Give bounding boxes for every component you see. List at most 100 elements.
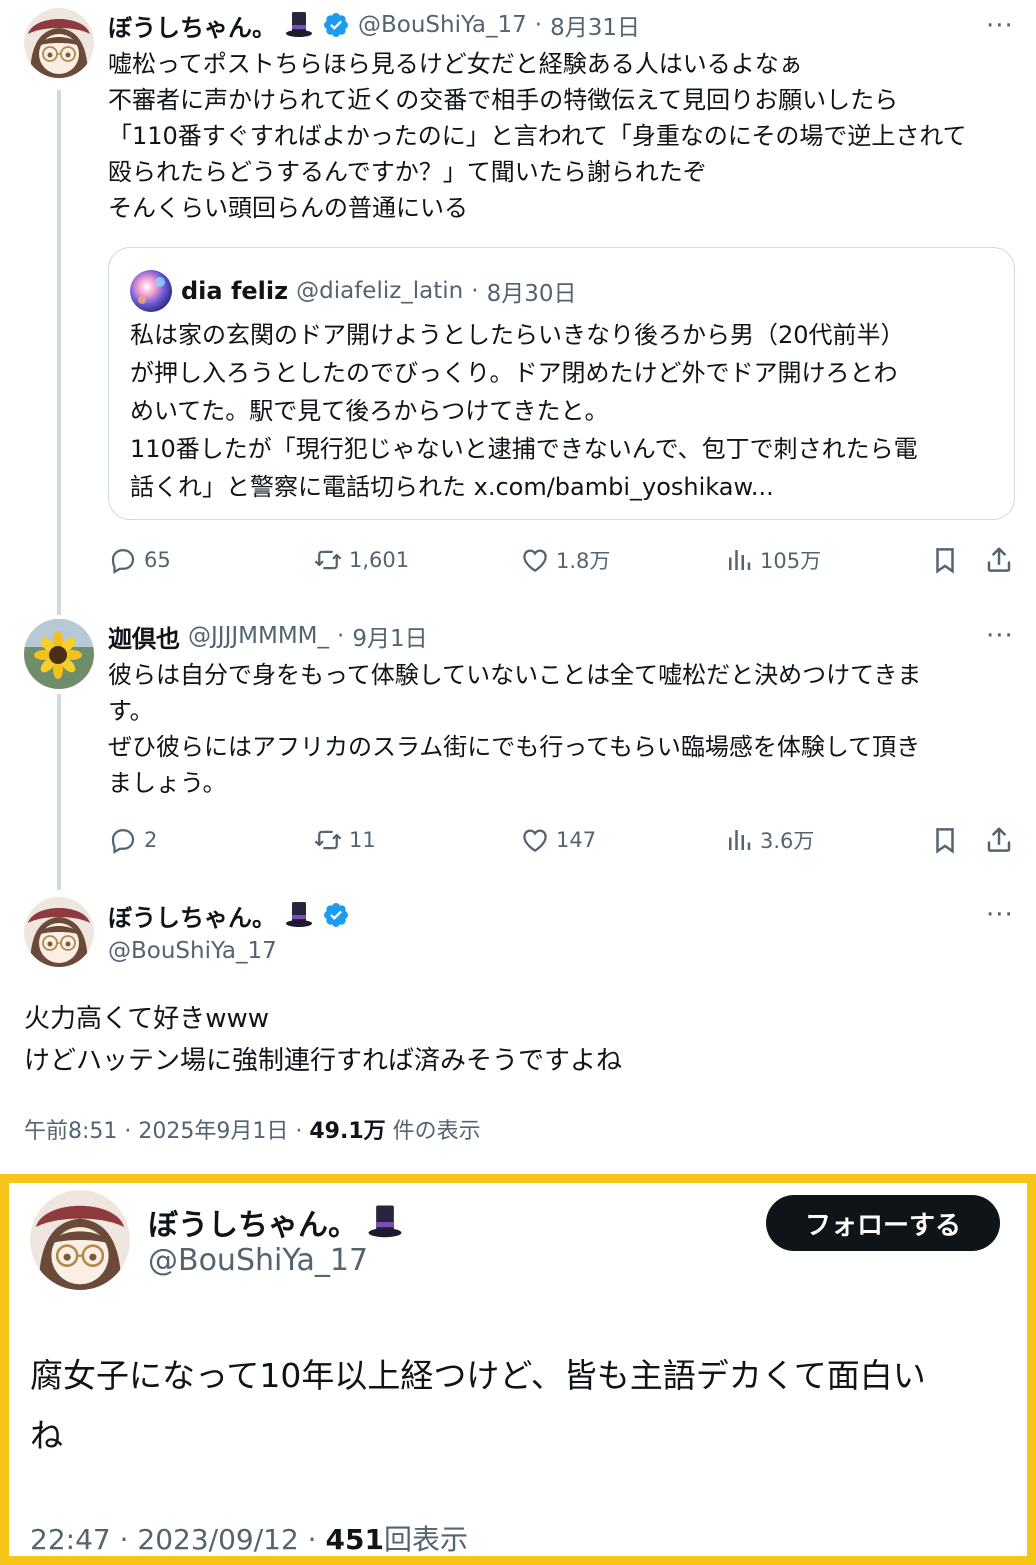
tweet-timestamp[interactable]: 午前8:51 · 2025年9月1日 ·	[24, 1119, 309, 1144]
tweet-line: 火力高くて好きwww	[24, 1004, 270, 1034]
view-count: 3.6万	[760, 829, 815, 853]
share-button[interactable]	[984, 820, 1014, 860]
views-icon	[724, 545, 754, 575]
tweet-line: ね	[30, 1416, 63, 1455]
tweet-header: 迦倶也 @JJJJMMMM_ · 9月1日	[108, 618, 428, 654]
tweet-meta: 午前8:51 · 2025年9月1日 · 49.1万 件の表示	[24, 1113, 481, 1145]
like-button[interactable]: 1.8万	[520, 540, 610, 580]
avatar[interactable]	[24, 619, 94, 689]
reply-button[interactable]: 65	[108, 540, 171, 580]
tweet-body: 彼らは自分で身をもって体験していないことは全て嘘松だと決めつけてきま す。 ぜひ…	[108, 657, 921, 801]
author-name[interactable]: ぼうしちゃん。	[108, 898, 276, 933]
quote-line: 話くれ」と警察に電話切られた x.com/bambi_yoshikaw...	[130, 473, 774, 501]
views-icon	[724, 825, 754, 855]
quote-line: 110番したが「現行犯じゃないと逮捕できないんで、包丁で刺されたら電	[130, 435, 918, 463]
tweet-line: 腐女子になって10年以上経つけど、皆も主語デカくて面白い	[30, 1356, 926, 1395]
separator-dot: ·	[337, 623, 345, 649]
reply-count: 65	[144, 548, 171, 572]
views-button[interactable]: 105万	[724, 540, 821, 580]
views-total: 451	[325, 1523, 384, 1556]
tweet-date[interactable]: 9月1日	[352, 619, 427, 653]
tweet-line: す。	[108, 697, 154, 725]
share-icon	[984, 825, 1014, 855]
reply-count: 2	[144, 828, 158, 852]
repost-count: 1,601	[349, 548, 410, 572]
tweet-body: 腐女子になって10年以上経つけど、皆も主語デカくて面白い ね	[30, 1346, 926, 1466]
tweet-line: 彼らは自分で身をもって体験していないことは全て嘘松だと決めつけてきま	[108, 661, 922, 689]
tweet-line: 殴られたらどうするんですか？」て聞いたら謝られたぞ	[108, 158, 707, 186]
quote-avatar	[130, 270, 172, 312]
tweet-date[interactable]: 8月31日	[550, 8, 640, 42]
quote-line: めいてた。駅で見て後ろからつけてきたと。	[130, 397, 609, 425]
like-button[interactable]: 147	[520, 820, 596, 860]
avatar[interactable]	[30, 1190, 130, 1290]
share-icon	[984, 545, 1014, 575]
repost-count: 11	[349, 828, 376, 852]
author-name[interactable]: ぼうしちゃん。	[148, 1200, 358, 1244]
repost-icon	[313, 825, 343, 855]
tweet-header: ぼうしちゃん。	[148, 1200, 404, 1244]
tweet-line: 不審者に声かけられて近くの交番で相手の特徴伝えて見回りお願いしたら	[108, 86, 899, 114]
tweet-header: ぼうしちゃん。 @BouShiYa_17 · 8月31日	[108, 7, 640, 43]
quote-author-handle: @diafeliz_latin	[296, 278, 464, 304]
author-handle[interactable]: @BouShiYa_17	[148, 1243, 368, 1278]
quote-author-name: dia feliz	[181, 277, 289, 305]
avatar[interactable]	[24, 897, 94, 967]
author-name[interactable]: ぼうしちゃん。	[108, 8, 276, 43]
quoted-tweet-card[interactable]: dia feliz @diafeliz_latin · 8月30日 私は家の玄関…	[108, 247, 1015, 520]
repost-button[interactable]: 11	[313, 820, 376, 860]
action-bar: 65 1,601 1.8万 105万	[108, 540, 1020, 580]
verified-badge-icon[interactable]	[322, 901, 350, 929]
follow-button[interactable]: フォローする	[766, 1195, 1000, 1251]
repost-icon	[313, 545, 343, 575]
more-options-icon[interactable]: ···	[986, 902, 1014, 928]
bookmark-button[interactable]	[930, 540, 960, 580]
more-options-icon[interactable]: ···	[986, 623, 1014, 649]
reply-button[interactable]: 2	[108, 820, 157, 860]
like-count: 147	[556, 828, 597, 852]
more-options-icon[interactable]: ···	[986, 13, 1014, 39]
repost-button[interactable]: 1,601	[313, 540, 409, 580]
views-total: 49.1万	[309, 1119, 386, 1144]
views-label: 回表示	[383, 1523, 468, 1556]
tweet-line: そんくらい頭回らんの普通にいる	[108, 194, 468, 222]
avatar[interactable]	[24, 8, 94, 78]
tweet-line: ぜひ彼らにはアフリカのスラム街にでも行ってもらい臨場感を体験して頂き	[108, 733, 921, 761]
tweet-body: 嘘松ってポストちらほら見るけど女だと経験ある人はいるよなぁ 不審者に声かけられて…	[108, 46, 967, 226]
verified-badge-icon[interactable]	[322, 11, 350, 39]
author-handle[interactable]: @BouShiYa_17	[358, 12, 527, 38]
action-bar: 2 11 147 3.6万	[108, 820, 1020, 860]
tweet-header: ぼうしちゃん。	[108, 897, 350, 933]
like-icon	[520, 545, 550, 575]
views-label: 件の表示	[385, 1119, 481, 1144]
quote-header: dia feliz @diafeliz_latin · 8月30日	[181, 273, 576, 309]
bookmark-button[interactable]	[930, 820, 960, 860]
tweet-body: 火力高くて好きwww けどハッテン場に強制連行すれば済みそうですよね	[24, 998, 622, 1082]
quote-date: 8月30日	[486, 281, 577, 307]
bookmark-icon	[930, 545, 960, 575]
separator-dot: ·	[534, 12, 543, 38]
thread-line	[57, 90, 61, 615]
top-hat-icon	[284, 900, 314, 930]
view-count: 105万	[760, 549, 822, 573]
tweet-line: 嘘松ってポストちらほら見るけど女だと経験ある人はいるよなぁ	[108, 50, 803, 78]
quote-body: 私は家の玄関のドア開けようとしたらいきなり後ろから男（20代前半） が押し入ろう…	[130, 316, 918, 506]
tweet-timestamp[interactable]: 22:47 · 2023/09/12 ·	[30, 1523, 325, 1556]
like-count: 1.8万	[556, 549, 611, 573]
thread-line	[57, 694, 61, 890]
tweet-line: ましょう。	[108, 769, 227, 797]
author-handle[interactable]: @JJJJMMMM_	[188, 623, 329, 649]
separator-dot: ·	[471, 278, 479, 304]
quote-line: 私は家の玄関のドア開けようとしたらいきなり後ろから男（20代前半）	[130, 321, 905, 349]
views-button[interactable]: 3.6万	[724, 820, 814, 860]
author-handle[interactable]: @BouShiYa_17	[108, 938, 277, 964]
author-name[interactable]: 迦倶也	[108, 619, 180, 654]
quote-line: が押し入ろうとしたのでびっくり。ドア閉めたけど外でドア開けろとわ	[130, 359, 898, 387]
tweet-line: 「110番すぐすればよかったのに」と言われて「身重なのにその場で逆上されて	[108, 122, 967, 150]
reply-icon	[108, 825, 138, 855]
tweet-meta: 22:47 · 2023/09/12 · 451回表示	[30, 1518, 468, 1558]
share-button[interactable]	[984, 540, 1014, 580]
top-hat-icon	[284, 10, 314, 40]
tweet-line: けどハッテン場に強制連行すれば済みそうですよね	[24, 1046, 623, 1076]
top-hat-icon	[366, 1203, 404, 1241]
